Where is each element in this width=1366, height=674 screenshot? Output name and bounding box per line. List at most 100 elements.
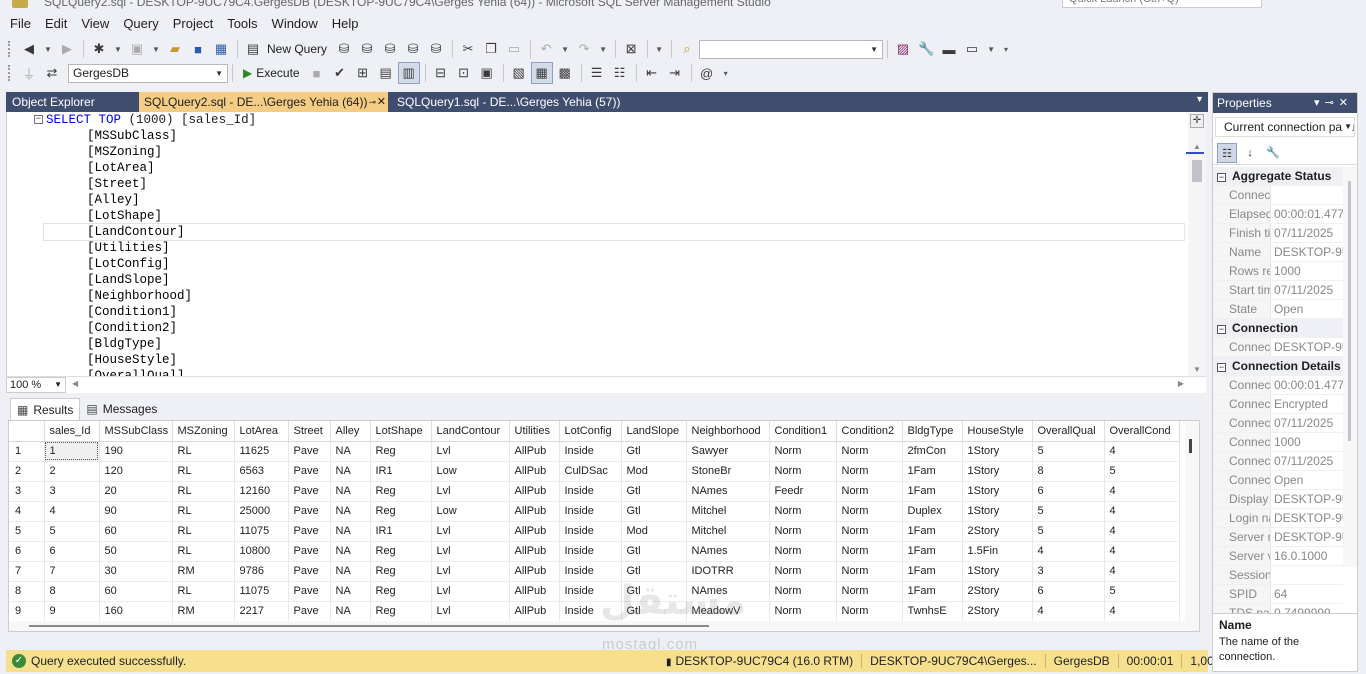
intellisense-icon[interactable]: ⊟ [430, 62, 452, 84]
table-cell[interactable]: Norm [769, 521, 837, 542]
menu-query[interactable]: Query [116, 12, 165, 36]
column-header[interactable]: Neighborhood [686, 421, 770, 442]
table-cell[interactable]: RL [172, 541, 235, 562]
table-cell[interactable]: Pave [288, 521, 331, 542]
table-cell[interactable]: Pave [288, 601, 331, 622]
parse-check-icon[interactable]: ✔ [329, 62, 351, 84]
mdx-query-icon[interactable]: ⛁ [356, 38, 378, 60]
table-cell[interactable]: 50 [99, 541, 173, 562]
property-category[interactable]: − Connection Details [1213, 357, 1343, 376]
table-cell[interactable]: StoneBr [686, 461, 770, 482]
column-header[interactable]: Street [288, 421, 331, 442]
table-cell[interactable]: 4 [1104, 521, 1180, 542]
table-cell[interactable]: 20 [99, 481, 173, 502]
table-cell[interactable]: Reg [370, 561, 432, 582]
table-cell[interactable]: AllPub [509, 581, 560, 602]
scroll-thumb[interactable] [1192, 160, 1202, 182]
property-row[interactable]: Connection nameDESKTOP-9UC79C4 [1213, 338, 1343, 357]
table-cell[interactable]: Gtl [621, 541, 687, 562]
table-cell[interactable]: 1Fam [902, 481, 963, 502]
table-cell[interactable]: IR1 [370, 461, 432, 482]
table-cell[interactable]: AllPub [509, 501, 560, 522]
table-cell[interactable]: Mitchel [686, 501, 770, 522]
table-cell[interactable]: 5 [1032, 521, 1105, 542]
table-cell[interactable]: Inside [559, 441, 622, 462]
table-cell[interactable]: Lvl [431, 601, 510, 622]
table-cell[interactable]: Gtl [621, 501, 687, 522]
table-cell[interactable]: Norm [836, 541, 903, 562]
row-number[interactable]: 1 [9, 441, 45, 462]
results-to-file-icon[interactable]: ▩ [554, 62, 576, 84]
table-cell[interactable]: 5 [1104, 581, 1180, 602]
table-cell[interactable]: 10800 [234, 541, 289, 562]
redo-dropdown-icon[interactable]: ▼ [596, 38, 610, 60]
paste-icon[interactable]: ▭ [503, 38, 525, 60]
column-header[interactable]: Condition2 [836, 421, 903, 442]
table-cell[interactable]: Norm [769, 601, 837, 622]
table-cell[interactable]: Norm [836, 581, 903, 602]
table-cell[interactable]: NA [330, 601, 371, 622]
table-cell[interactable]: 7 [44, 561, 100, 582]
row-number[interactable]: 2 [9, 461, 45, 482]
table-cell[interactable]: RL [172, 461, 235, 482]
menu-view[interactable]: View [74, 12, 116, 36]
column-header[interactable]: MSSubClass [99, 421, 173, 442]
cancel-query-icon[interactable]: ■ [306, 62, 328, 84]
close-icon[interactable]: ✕ [377, 92, 386, 112]
zoom-selector[interactable]: 100 % ▼ [6, 377, 66, 393]
table-cell[interactable]: 8 [44, 581, 100, 602]
execute-button[interactable]: ▶ Execute [243, 66, 300, 80]
table-cell[interactable]: 60 [99, 581, 173, 602]
property-row[interactable]: NameDESKTOP-9UC79C4 [1213, 243, 1343, 262]
table-cell[interactable]: AllPub [509, 461, 560, 482]
table-cell[interactable]: 5 [1104, 461, 1180, 482]
table-cell[interactable]: NA [330, 561, 371, 582]
save-icon[interactable]: ■ [187, 38, 209, 60]
undo-icon[interactable]: ↶ [535, 38, 557, 60]
specify-values-icon[interactable]: @ [696, 62, 718, 84]
table-cell[interactable]: RL [172, 581, 235, 602]
property-row[interactable]: Server nameDESKTOP-9UC79C4 [1213, 528, 1343, 547]
terminal-dropdown-icon[interactable]: ▼ [984, 38, 998, 60]
table-cell[interactable]: Reg [370, 541, 432, 562]
table-cell[interactable]: IR1 [370, 521, 432, 542]
table-cell[interactable]: 11625 [234, 441, 289, 462]
collapse-icon[interactable]: − [1217, 173, 1226, 182]
table-cell[interactable]: Lvl [431, 481, 510, 502]
alphabetical-icon[interactable]: ↓ [1240, 143, 1260, 163]
table-cell[interactable]: 3 [44, 481, 100, 502]
menu-project[interactable]: Project [166, 12, 220, 36]
table-cell[interactable]: Norm [769, 541, 837, 562]
column-header[interactable]: BldgType [902, 421, 963, 442]
table-cell[interactable]: 4 [1032, 541, 1105, 562]
decrease-indent-icon[interactable]: ⇤ [641, 62, 663, 84]
scroll-down-icon[interactable]: ▼ [1193, 365, 1201, 374]
cut-icon[interactable]: ✂ [457, 38, 479, 60]
new-project-dropdown-icon[interactable]: ▼ [111, 38, 125, 60]
table-cell[interactable]: Norm [836, 481, 903, 502]
dropdown-icon[interactable]: ▾ [1314, 97, 1325, 109]
column-header[interactable]: Alley [330, 421, 371, 442]
column-header[interactable]: LotArea [234, 421, 289, 442]
table-cell[interactable]: 120 [99, 461, 173, 482]
table-cell[interactable]: Feedr [769, 481, 837, 502]
property-row[interactable]: Connection stateOpen [1213, 471, 1343, 490]
toolbar-grip[interactable] [8, 41, 12, 57]
table-cell[interactable]: 8 [1032, 461, 1105, 482]
property-row[interactable]: Connection rows returned1000 [1213, 433, 1343, 452]
table-cell[interactable]: 1Fam [902, 581, 963, 602]
table-cell[interactable]: 12160 [234, 481, 289, 502]
table-cell[interactable]: 5 [1032, 441, 1105, 462]
table-cell[interactable]: Low [431, 501, 510, 522]
activity-monitor-icon[interactable]: ⊠ [620, 38, 642, 60]
tab-list-dropdown-icon[interactable]: ▼ [1195, 94, 1204, 104]
table-cell[interactable]: AllPub [509, 541, 560, 562]
table-cell[interactable]: Lvl [431, 541, 510, 562]
table-cell[interactable]: 160 [99, 601, 173, 622]
table-cell[interactable]: NAmes [686, 541, 770, 562]
property-row[interactable]: Finish time07/11/2025 [1213, 224, 1343, 243]
uncomment-icon[interactable]: ☷ [609, 62, 631, 84]
new-query-icon[interactable]: ▤ [242, 38, 264, 60]
property-row[interactable]: Connection finish time07/11/2025 [1213, 414, 1343, 433]
table-cell[interactable]: RL [172, 501, 235, 522]
